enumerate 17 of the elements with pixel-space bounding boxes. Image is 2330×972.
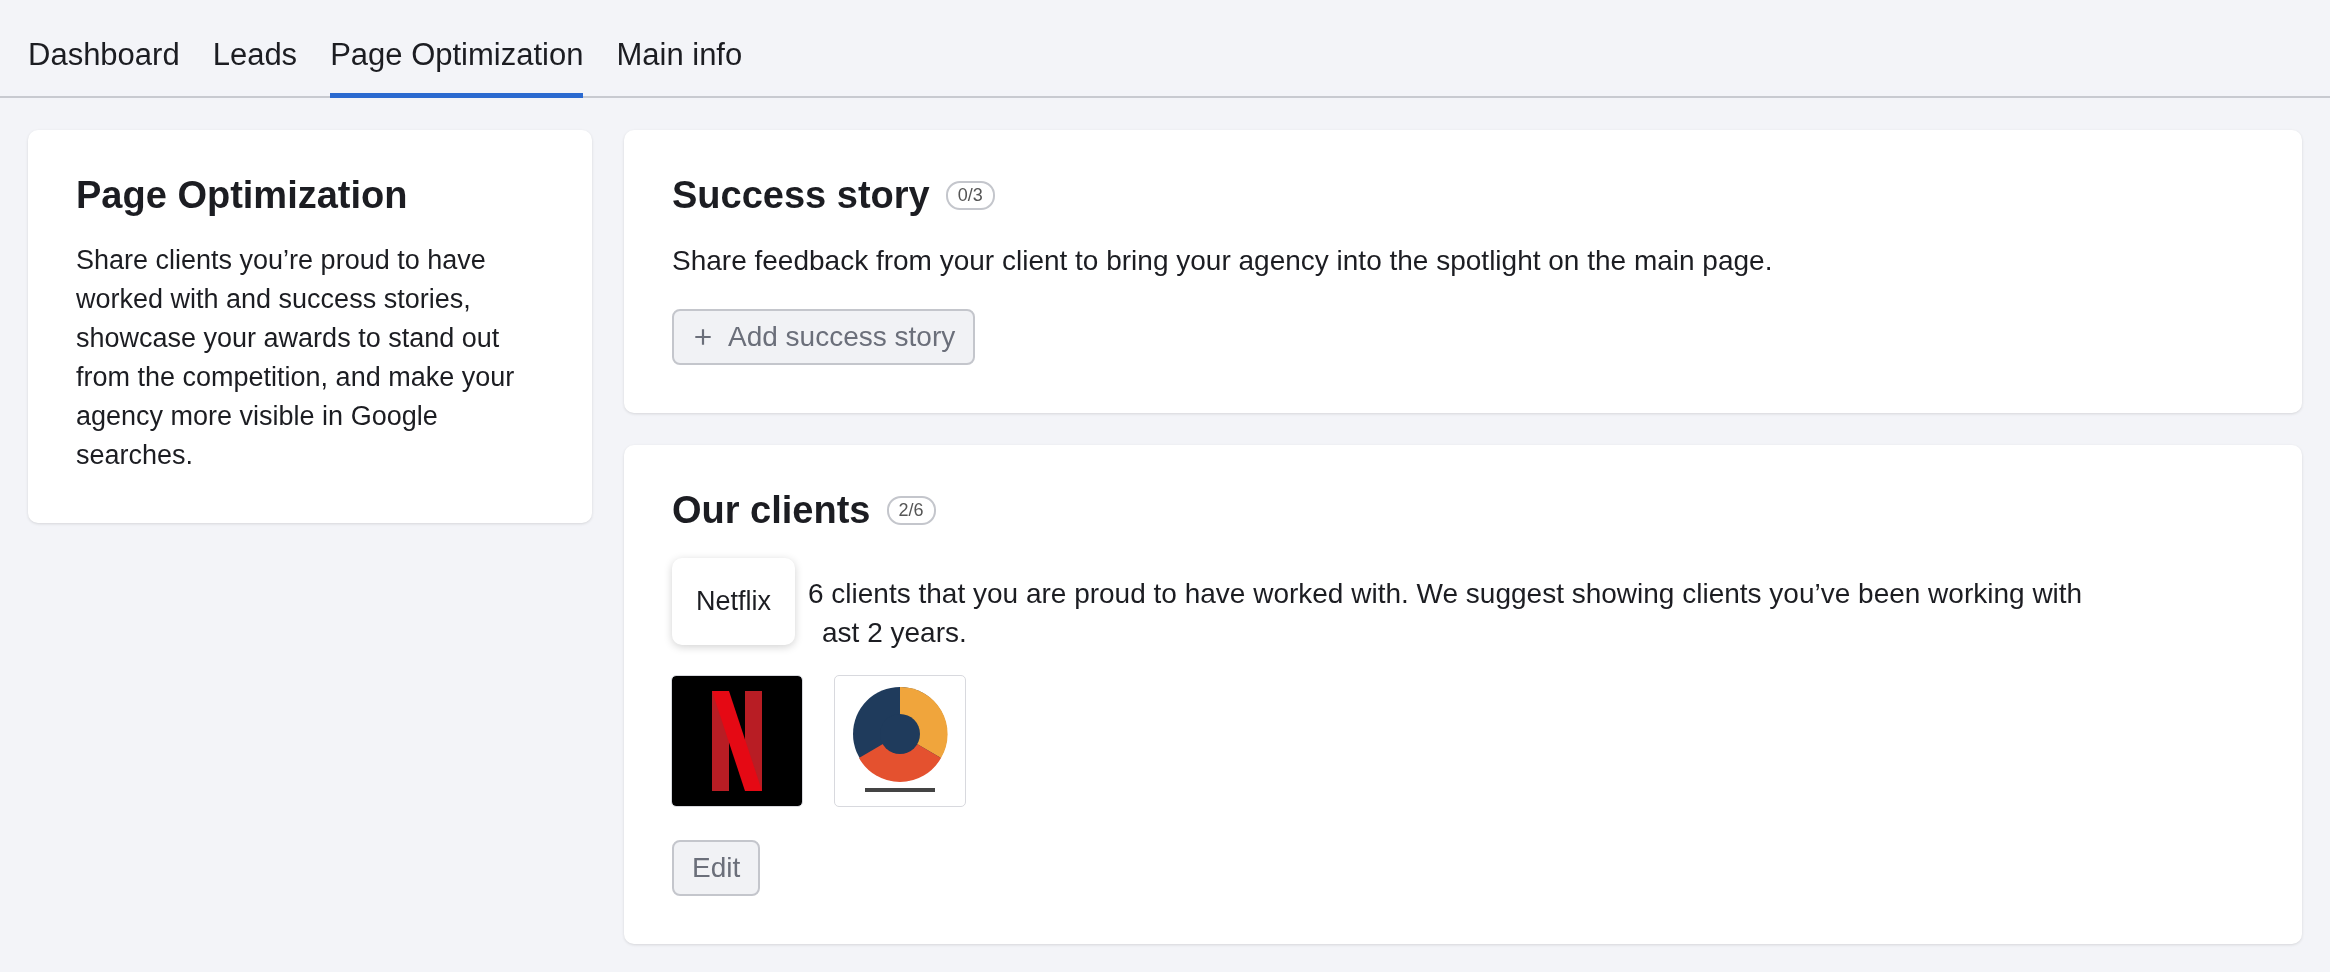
plus-icon — [692, 326, 714, 348]
count-badge: 2/6 — [886, 496, 936, 525]
edit-button[interactable]: Edit — [672, 840, 761, 896]
tab[interactable]: Main info — [616, 37, 743, 98]
intro-title: Page Optimization — [76, 174, 409, 217]
intro-text: Share clients you’re proud to have worked with and success stories, showcase your awards to stand out from the competition, and make your agency more visible in Google searches. — [76, 244, 516, 472]
tab[interactable]: Page Optimization — [330, 37, 584, 98]
section-title: Success story — [672, 174, 930, 217]
count-badge: 0/3 — [945, 181, 995, 210]
tab[interactable]: Dashboard — [28, 37, 180, 98]
section-description: Share feedback from your client to bring your agency into the spotlight on the main page. — [672, 245, 1774, 277]
tab[interactable]: Leads — [212, 37, 298, 98]
section-title: Our clients — [672, 489, 871, 532]
add-success-story-button[interactable]: Add success story — [672, 309, 976, 365]
description-line: 6 clients that you are proud to have worked with. We suggest showing clients you’ve been working with — [808, 578, 2083, 609]
tooltip: Netflix — [672, 558, 795, 645]
description-line: ast 2 years. — [822, 617, 967, 648]
